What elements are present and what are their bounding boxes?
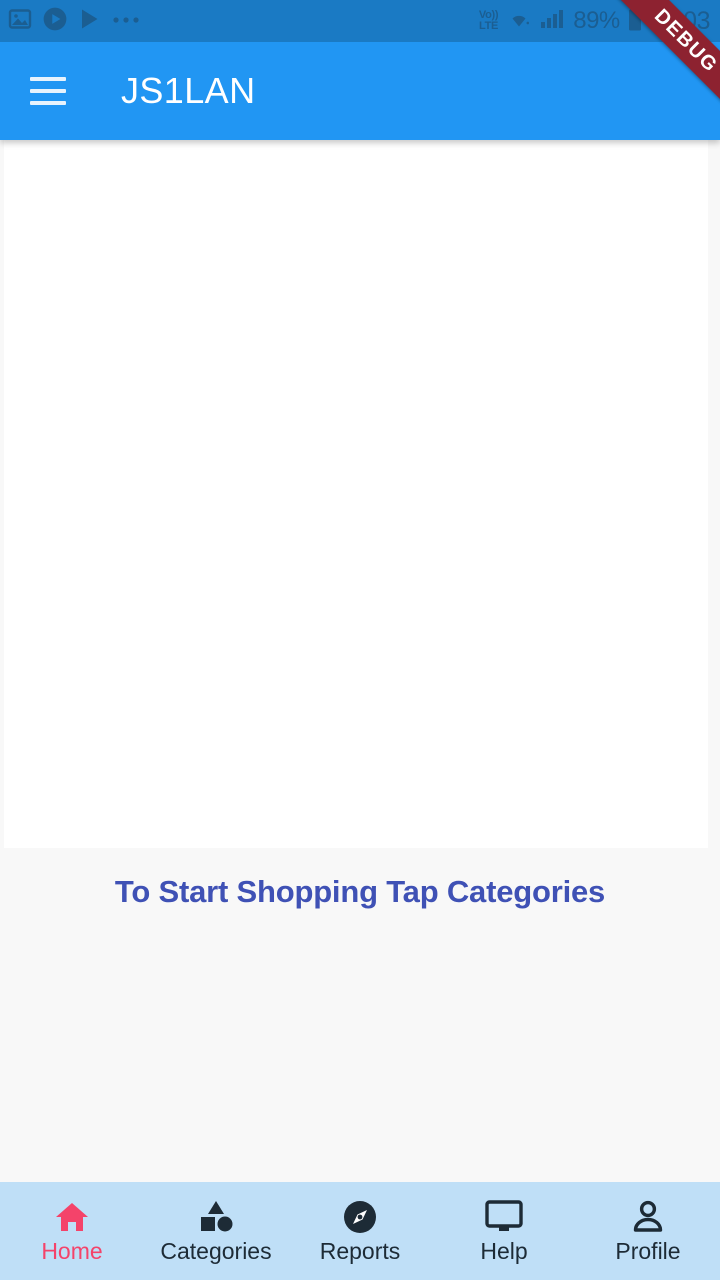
battery-percentage: 89%	[573, 7, 620, 34]
monitor-icon	[484, 1199, 524, 1234]
status-bar-clock: 11:03	[651, 6, 711, 35]
nav-label-profile: Profile	[615, 1237, 681, 1264]
more-dots-icon	[112, 12, 142, 30]
nav-item-home[interactable]: Home	[0, 1182, 144, 1280]
status-bar-left-icons	[8, 6, 142, 37]
volte-icon: Vo)) LTE	[479, 10, 499, 32]
status-bar: Vo)) LTE 89% 11:03	[0, 0, 720, 42]
status-bar-right-icons: Vo)) LTE 89% 11:03	[479, 6, 711, 37]
nav-label-help: Help	[480, 1237, 528, 1264]
person-icon	[631, 1200, 665, 1234]
empty-state-message: To Start Shopping Tap Categories	[114, 874, 606, 909]
nav-item-help[interactable]: Help	[432, 1182, 576, 1280]
main-content: To Start Shopping Tap Categories	[0, 140, 720, 1182]
nav-item-categories[interactable]: Categories	[144, 1182, 288, 1280]
battery-icon	[627, 6, 643, 37]
hamburger-menu-icon[interactable]	[20, 63, 76, 119]
content-card	[4, 140, 708, 848]
wifi-icon	[505, 7, 533, 36]
compass-icon	[343, 1200, 377, 1234]
app-title: JS1LAN	[121, 70, 256, 111]
empty-state: To Start Shopping Tap Categories	[0, 848, 720, 1182]
play-circle-icon	[42, 6, 68, 37]
hamburger-bar-2	[30, 89, 66, 93]
play-store-icon	[78, 7, 102, 36]
hamburger-bar-1	[30, 77, 66, 81]
bottom-navigation-bar: Home Categories Reports Help Profile	[0, 1182, 720, 1280]
shapes-icon	[198, 1200, 234, 1234]
nav-label-categories: Categories	[160, 1237, 272, 1264]
nav-label-reports: Reports	[319, 1237, 401, 1264]
home-icon	[54, 1200, 90, 1234]
image-icon	[8, 7, 32, 36]
nav-item-reports[interactable]: Reports	[288, 1182, 432, 1280]
app-bar: JS1LAN	[0, 42, 720, 140]
nav-item-profile[interactable]: Profile	[576, 1182, 720, 1280]
volte-bottom-label: LTE	[479, 20, 499, 32]
nav-label-home: Home	[41, 1237, 103, 1264]
phone-screen: Vo)) LTE 89% 11:03 DEBUG JS1LAN To Start…	[0, 0, 720, 1280]
cellular-signal-icon	[540, 7, 566, 36]
hamburger-bar-3	[30, 101, 66, 105]
